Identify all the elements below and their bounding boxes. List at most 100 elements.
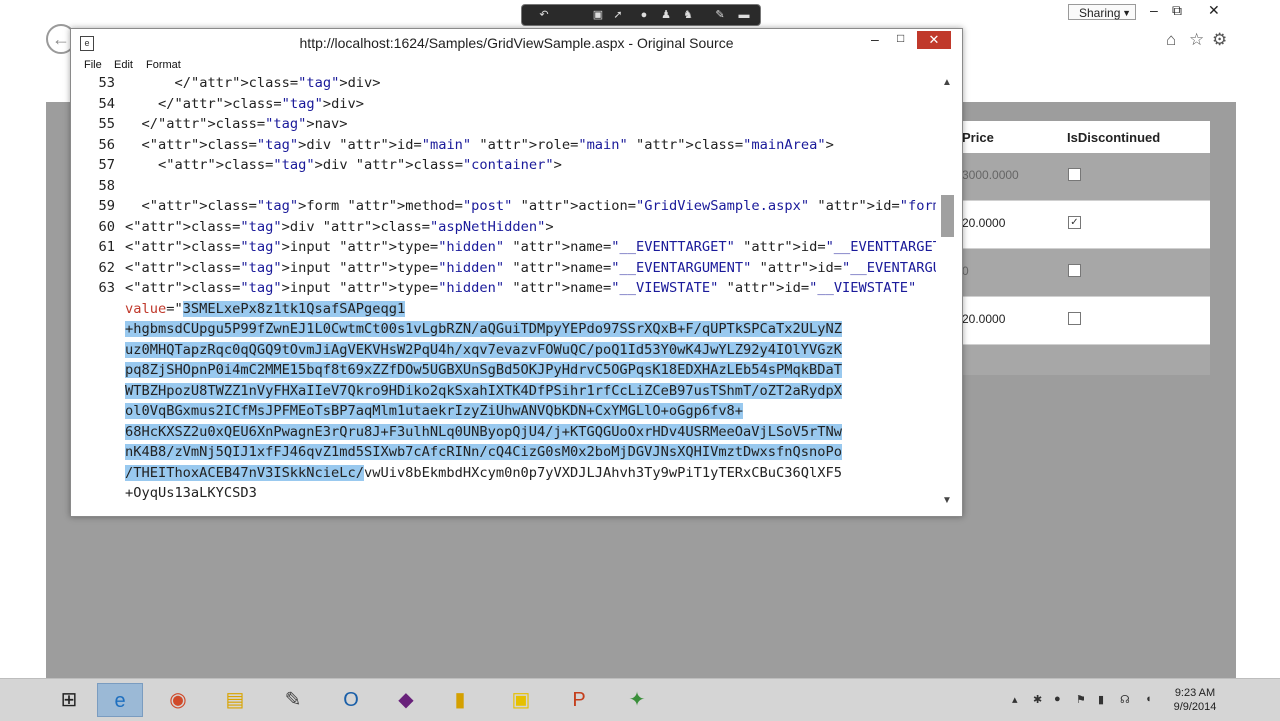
battery-icon[interactable]: ▮ <box>1098 693 1104 706</box>
menu-file[interactable]: File <box>84 59 102 71</box>
table-row: 20.0000 ✓ <box>962 201 1210 249</box>
code-line: <"attr">class="tag">input "attr">type="h… <box>125 239 936 255</box>
line-number: 55 <box>98 116 115 132</box>
view-source-window: e http://localhost:1624/Samples/GridView… <box>70 28 963 517</box>
person-icon[interactable]: ♟ <box>658 8 674 22</box>
undo-icon[interactable]: ↶ <box>536 8 552 22</box>
viewstate-line: uz0MHQTapzRqc0qQGQ9tOvmJiAgVEKVHsW2PqU4h… <box>125 341 842 358</box>
viewstate-line: WTBZHpozU8TWZZ1nVyFHXaIIeV7Qkro9HDiko2qk… <box>125 382 842 399</box>
source-window-title: http://localhost:1624/Samples/GridViewSa… <box>299 35 734 51</box>
gamepad-icon[interactable]: ✦ <box>614 683 660 717</box>
price-cell: 20.0000 <box>962 312 1006 326</box>
viewstate-line: /THEIThoxACEB47nV3ISkkNcieLc/vwUiv8bEkmb… <box>125 464 842 481</box>
code-line: <"attr">class="tag">input "attr">type="h… <box>125 280 917 296</box>
viewstate-line: +OyqUs13aLKYCSD3 <box>125 485 257 501</box>
sharing-label: Sharing <box>1079 6 1121 20</box>
code-line: <"attr">class="tag">div "attr">class="co… <box>158 157 562 173</box>
powerpoint-icon[interactable]: P <box>556 683 602 717</box>
discontinued-checkbox[interactable] <box>1068 168 1081 181</box>
home-icon[interactable]: ⌂ <box>1166 30 1176 50</box>
viewstate-line: pq8ZjSHOpnP0i4mC2MME15bqf8t69xZZfDOw5UGB… <box>125 362 842 378</box>
source-close-button[interactable]: ✕ <box>917 31 951 49</box>
source-minimize-button[interactable]: – <box>871 31 879 47</box>
minimize-bar-icon[interactable]: ▬ <box>736 8 752 22</box>
sharing-dropdown[interactable]: Sharing ▼ <box>1068 4 1136 20</box>
visual-studio-icon[interactable]: ◆ <box>383 683 429 717</box>
clock-time: 9:23 AM <box>1174 687 1216 699</box>
flag-icon[interactable]: ⚑ <box>1076 693 1086 706</box>
line-number: 60 <box>98 218 115 235</box>
chevron-down-icon: ▼ <box>1122 8 1131 18</box>
price-cell: 20.0000 <box>962 216 1006 230</box>
source-code-view[interactable]: 53 </"attr">class="tag">div> 54 </"attr">cl… <box>75 75 936 509</box>
column-header-isdiscontinued: IsDiscontinued <box>1067 130 1161 145</box>
source-maximize-button[interactable]: □ <box>897 31 904 45</box>
line-number: 59 <box>98 198 115 214</box>
line-number: 53 <box>98 75 115 91</box>
chrome-icon[interactable]: ◉ <box>155 683 201 717</box>
restore-button[interactable]: ⧉ <box>1172 2 1182 19</box>
internet-explorer-icon[interactable]: e <box>97 683 143 717</box>
code-line: </"attr">class="tag">div> <box>158 95 365 112</box>
gridview-table: Price IsDiscontinued 3000.0000 20.0000 ✓… <box>962 121 1210 375</box>
vertical-scrollbar[interactable]: ▲ ▼ <box>938 75 958 511</box>
system-clock[interactable]: 9:23 AM 9/9/2014 <box>1170 686 1220 714</box>
line-number: 62 <box>98 259 115 276</box>
scroll-down-icon[interactable]: ▼ <box>942 495 952 506</box>
grid-footer <box>962 345 1210 375</box>
viewstate-line: ol0VqBGxmus2ICfMsJPFMEoTsBP7aqMlm1utaekr… <box>125 403 744 419</box>
pen-icon[interactable]: ✎ <box>712 8 728 22</box>
show-hidden-icons[interactable]: ▴ <box>1012 693 1018 706</box>
recording-toolbar: ↶ ▣ ➚ ● ♟ ♞ ✎ ▬ <box>521 4 761 26</box>
wifi-icon[interactable]: ☊ <box>1120 693 1130 706</box>
table-row: 20.0000 <box>962 297 1210 345</box>
table-row: 3000.0000 <box>962 153 1210 201</box>
clock-date: 9/9/2014 <box>1173 701 1217 713</box>
outlook-icon[interactable]: O <box>328 683 374 717</box>
tool-icon[interactable]: ▮ <box>437 683 483 717</box>
notepad-icon[interactable]: ✎ <box>270 683 316 717</box>
volume-icon[interactable]: ◖ <box>1145 693 1152 705</box>
menu-edit[interactable]: Edit <box>114 59 133 71</box>
viewstate-line: +hgbmsdCUpgu5P99fZwnEJ1L0CwtmCt00s1vLgbR… <box>125 321 842 337</box>
security-icon[interactable]: ● <box>1054 693 1061 705</box>
line-number: 57 <box>98 157 115 173</box>
discontinued-checkbox[interactable] <box>1068 264 1081 277</box>
scroll-up-icon[interactable]: ▲ <box>942 77 952 88</box>
price-cell: 3000.0000 <box>962 168 1019 182</box>
favorites-star-icon[interactable]: ☆ <box>1189 30 1204 50</box>
file-explorer-icon[interactable]: ▤ <box>212 683 258 717</box>
taskbar: ⊞ e ◉ ▤ ✎ O ◆ ▮ ▣ P ✦ ▴ ✱ ● ⚑ ▮ ☊ ◖ <box>0 678 1280 721</box>
windows-start-icon[interactable]: ⊞ <box>46 683 92 717</box>
price-cell: 0 <box>962 264 969 278</box>
code-line: </"attr">class="tag">nav> <box>141 116 348 132</box>
people-icon[interactable]: ♞ <box>680 8 696 22</box>
code-line: <"attr">class="tag">form "attr">method="… <box>141 198 937 214</box>
discontinued-checkbox[interactable] <box>1068 312 1081 325</box>
column-header-price: Price <box>962 130 994 145</box>
settings-gear-icon[interactable]: ⚙ <box>1212 30 1227 50</box>
source-menubar: File Edit Format <box>71 57 962 75</box>
discontinued-checkbox[interactable]: ✓ <box>1068 216 1081 229</box>
line-number: 54 <box>98 95 115 112</box>
minimize-button[interactable]: – <box>1150 2 1158 18</box>
webcam-icon[interactable]: ● <box>636 8 652 22</box>
line-number: 56 <box>98 136 115 153</box>
line-number: 58 <box>98 177 115 194</box>
menu-format[interactable]: Format <box>146 59 181 71</box>
table-row: 0 <box>962 249 1210 297</box>
grid-header-row: Price IsDiscontinued <box>962 121 1210 153</box>
sticky-notes-icon[interactable]: ▣ <box>498 683 544 717</box>
line-number: 61 <box>98 239 115 255</box>
screen-capture-icon[interactable]: ▣ <box>590 8 606 22</box>
close-button[interactable]: ✕ <box>1208 2 1220 19</box>
pointer-icon[interactable]: ➚ <box>610 8 626 22</box>
viewstate-line: nK4B8/zVmNj5QIJ1xfFJ46qvZ1md5SIXwb7cAfcR… <box>125 444 842 460</box>
code-line: <"attr">class="tag">input "attr">type="h… <box>125 259 936 276</box>
network-tool-icon[interactable]: ✱ <box>1033 693 1042 706</box>
viewstate-line: value="3SMELxePx8z1tk1QsafSAPgeqg1 <box>125 300 406 317</box>
viewstate-line: 68HcKXSZ2u0xQEU6XnPwagnE3rQru8J+F3ulhNLq… <box>125 423 842 440</box>
source-titlebar: e http://localhost:1624/Samples/GridView… <box>71 29 962 57</box>
scroll-thumb[interactable] <box>941 195 954 237</box>
line-number: 63 <box>98 280 115 296</box>
